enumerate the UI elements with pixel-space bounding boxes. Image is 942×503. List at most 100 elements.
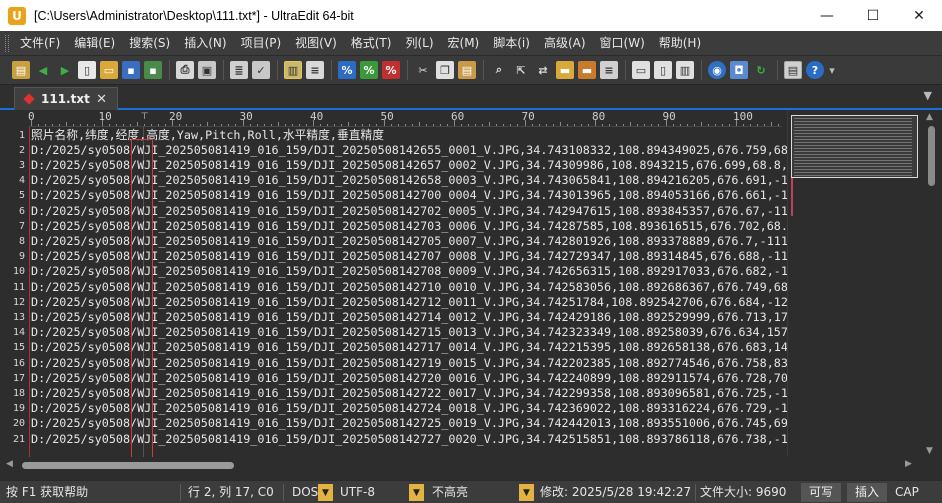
find-prev-icon[interactable]: ⇱ — [512, 61, 530, 79]
menu-search[interactable]: 搜索(S) — [122, 31, 177, 56]
menu-help[interactable]: 帮助(H) — [652, 31, 708, 56]
menu-project[interactable]: 项目(P) — [234, 31, 289, 56]
status-file-size: 文件大小: 9690 — [700, 485, 787, 499]
menu-advanced[interactable]: 高级(A) — [537, 31, 593, 56]
status-highlight[interactable]: 不高亮 — [432, 481, 468, 503]
ruler-tick — [418, 122, 420, 126]
ruler-tick — [559, 122, 561, 126]
forward-arrow-icon[interactable]: ▶ — [56, 61, 74, 79]
status-line-ending[interactable]: DOS — [292, 481, 318, 503]
menu-file[interactable]: 文件(F) — [13, 31, 67, 56]
print-preview-icon[interactable]: ▣ — [198, 61, 216, 79]
menu-window[interactable]: 窗口(W) — [593, 31, 652, 56]
ruler-number: 0 — [28, 110, 35, 123]
ruler-tick — [38, 124, 40, 126]
hex-mode-icon[interactable]: % — [338, 61, 356, 79]
save-all-icon[interactable]: ▪ — [144, 61, 162, 79]
cut-icon[interactable]: ✂ — [414, 61, 432, 79]
menu-grip-icon — [5, 34, 9, 52]
menu-edit[interactable]: 编辑(E) — [67, 31, 122, 56]
code-line[interactable]: 照片名称,纬度,经度,高度,Yaw,Pitch,Roll,水平精度,垂直精度 — [31, 128, 384, 143]
ruler-tick — [207, 122, 209, 126]
bookmark-icon[interactable]: ▬ — [556, 61, 574, 79]
ruler-tick — [580, 124, 582, 126]
line-number: 8 — [18, 235, 25, 247]
line-ending-dropdown-icon[interactable]: ▼ — [318, 484, 333, 501]
highlight-dropdown-icon[interactable]: ▼ — [519, 484, 534, 501]
ruler-tick — [80, 124, 82, 126]
ruler-tick — [45, 124, 47, 126]
close-button[interactable]: ✕ — [896, 0, 942, 31]
copy-icon[interactable]: ❐ — [436, 61, 454, 79]
line-number: 13 — [12, 311, 25, 323]
menu-view[interactable]: 视图(V) — [288, 31, 344, 56]
compare2-icon[interactable]: % — [382, 61, 400, 79]
insert-mode-button[interactable]: 插入 — [847, 483, 888, 502]
ruler-tick — [482, 124, 484, 126]
back-arrow-icon[interactable]: ◀ — [34, 61, 52, 79]
properties-icon[interactable]: ≣ — [230, 61, 248, 79]
minimap[interactable] — [787, 110, 920, 457]
open-folder-icon[interactable]: ▭ — [100, 61, 118, 79]
minimize-button[interactable]: — — [804, 0, 850, 31]
window3-icon[interactable]: ▥ — [676, 61, 694, 79]
column-mode-icon[interactable]: ▥ — [284, 61, 302, 79]
tab-label: 111.txt — [41, 92, 90, 106]
ruler-tick — [496, 124, 498, 126]
vertical-scroll-thumb[interactable] — [928, 126, 935, 186]
horizontal-scroll-thumb[interactable] — [22, 462, 234, 469]
help-icon[interactable]: ? — [806, 61, 824, 79]
ruler-tick — [200, 124, 202, 126]
window2-icon[interactable]: ▯ — [654, 61, 672, 79]
window-icon[interactable]: ▭ — [632, 61, 650, 79]
ruler-tick — [256, 124, 258, 126]
vertical-scrollbar[interactable]: ▲ ▼ — [921, 110, 942, 460]
save-icon[interactable]: ▪ — [122, 61, 140, 79]
tab-file[interactable]: 111.txt ✕ — [14, 87, 118, 110]
tab-close-icon[interactable]: ✕ — [96, 92, 107, 107]
refresh-icon[interactable]: ↻ — [752, 61, 770, 79]
find-icon[interactable]: ⌕ — [490, 61, 508, 79]
compare-icon[interactable]: % — [360, 61, 378, 79]
scroll-up-icon[interactable]: ▲ — [926, 112, 933, 122]
line-number: 12 — [12, 296, 25, 308]
print-icon[interactable]: ⎙ — [176, 61, 194, 79]
status-position[interactable]: 行 2, 列 17, C0 — [188, 481, 274, 503]
menu-macro[interactable]: 宏(M) — [441, 31, 487, 56]
ruler-tick — [66, 122, 68, 126]
line-number: 6 — [18, 205, 25, 217]
web-icon[interactable]: ◉ — [708, 61, 726, 79]
bookmark2-icon[interactable]: ▬ — [578, 61, 596, 79]
scroll-right-icon[interactable]: ▶ — [905, 459, 912, 469]
modified-dot-icon — [23, 93, 35, 105]
horizontal-scrollbar[interactable]: ◀ ▶ — [0, 458, 921, 473]
replace-icon[interactable]: ⇄ — [534, 61, 552, 79]
toolbar-overflow-icon[interactable]: ▾ — [828, 61, 836, 79]
settings-icon[interactable]: ▤ — [784, 61, 802, 79]
status-encoding[interactable]: UTF-8 — [340, 481, 375, 503]
menu-column[interactable]: 列(L) — [398, 31, 440, 56]
editor-pane[interactable]: 1 2 3 4 5 6 7 8 9 10 11 12 13 14 15 16 17 18 19 20 21 照片名称,纬… — [0, 127, 787, 457]
menu-format[interactable]: 格式(T) — [344, 31, 399, 56]
ruler-tick — [355, 124, 357, 126]
ruler-tick — [150, 124, 152, 126]
menu-script[interactable]: 脚本(i) — [486, 31, 537, 56]
new-file-icon[interactable]: ▯ — [78, 61, 96, 79]
tab-list-dropdown-icon[interactable]: ▼ — [924, 89, 932, 102]
scroll-left-icon[interactable]: ◀ — [6, 459, 13, 469]
open-icon[interactable]: ▤ — [12, 61, 30, 79]
writable-toggle-button[interactable]: 可写 — [801, 483, 842, 502]
ruler-tick — [327, 124, 329, 126]
goto-icon[interactable]: ≡ — [600, 61, 618, 79]
ruler-tick — [390, 124, 392, 126]
spell-icon[interactable]: ✓ — [252, 61, 270, 79]
encoding-dropdown-icon[interactable]: ▼ — [409, 484, 424, 501]
scroll-down-icon[interactable]: ▼ — [926, 446, 933, 456]
ruler-tick — [475, 124, 477, 126]
word-wrap-icon[interactable]: ≡ — [306, 61, 324, 79]
maximize-button[interactable]: ☐ — [850, 0, 896, 31]
menu-insert[interactable]: 插入(N) — [177, 31, 233, 56]
paste-icon[interactable]: ▤ — [458, 61, 476, 79]
camera-icon[interactable]: ◘ — [730, 61, 748, 79]
status-separator — [283, 484, 284, 501]
